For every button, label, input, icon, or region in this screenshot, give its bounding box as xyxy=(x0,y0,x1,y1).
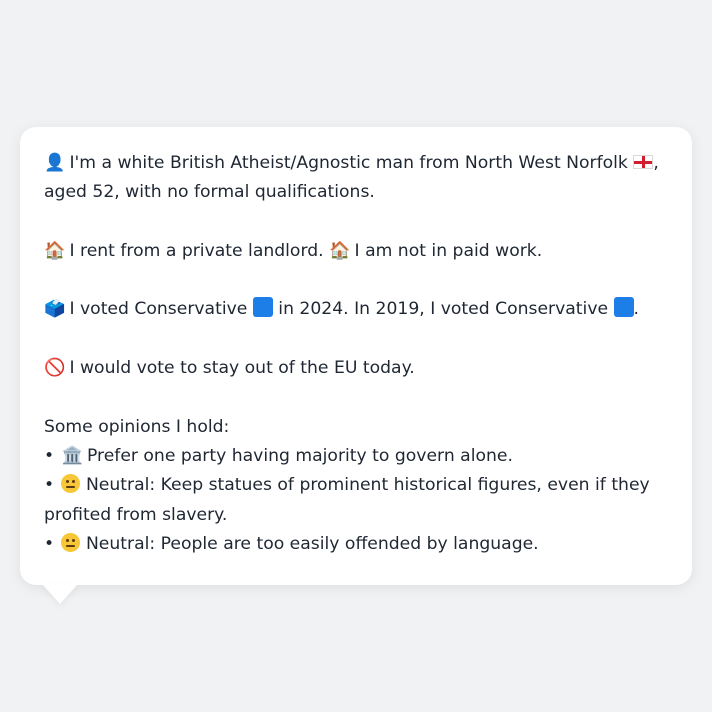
neutral-face-icon xyxy=(61,532,81,552)
identity-suffix: , xyxy=(653,153,659,173)
vote-text-c: . xyxy=(633,299,640,320)
opinions-heading: Some opinions I hold: xyxy=(44,416,230,437)
blue-square-icon xyxy=(613,297,634,318)
house-icon: 🏠 xyxy=(329,240,351,261)
housing-text: I rent from a private landlord. xyxy=(69,240,324,261)
bullet: • xyxy=(44,445,55,466)
opinion-item: • Neutral: Keep statues of prominent his… xyxy=(44,471,668,530)
vote-text-a: I voted Conservative xyxy=(69,299,248,320)
neutral-face-icon xyxy=(61,474,81,494)
opinion-item: • 🏛️ Prefer one party having majority to… xyxy=(44,442,668,471)
opinion-text: Prefer one party having majority to gove… xyxy=(86,445,513,466)
eu-line: 🚫 I would vote to stay out of the EU tod… xyxy=(44,354,668,383)
ballot-box-icon: 🗳️ xyxy=(44,299,66,320)
bubble-tail xyxy=(42,584,78,604)
opinion-text: Neutral: People are too easily offended … xyxy=(85,533,539,554)
vote-text-b: in 2024. In 2019, I voted Conservative xyxy=(278,299,609,320)
housing-line: 🏠 I rent from a private landlord. 🏠 I am… xyxy=(44,237,668,266)
eu-text: I would vote to stay out of the EU today… xyxy=(69,358,415,379)
work-text: I am not in paid work. xyxy=(354,240,543,261)
opinion-text-continued: profited from slavery. xyxy=(44,504,228,525)
bullet: • xyxy=(44,533,55,554)
stage: 👤 I'm a white British Atheist/Agnostic m… xyxy=(0,0,712,712)
vote-line: 🗳️ I voted Conservative in 2024. In 2019… xyxy=(44,295,668,324)
opinion-text: Neutral: Keep statues of prominent histo… xyxy=(85,475,650,496)
person-icon: 👤 xyxy=(44,153,66,173)
identity-text-line2: aged 52, with no formal qualifications. xyxy=(44,182,375,203)
identity-text: I'm a white British Atheist/Agnostic man… xyxy=(69,153,628,173)
blue-square-icon xyxy=(252,297,273,318)
message-bubble: 👤 I'm a white British Atheist/Agnostic m… xyxy=(20,127,692,585)
england-flag-icon xyxy=(633,155,654,169)
house-icon: 🏠 xyxy=(44,240,66,261)
prohibited-icon: 🚫 xyxy=(44,358,66,379)
bullet: • xyxy=(44,475,55,496)
identity-line: 👤 I'm a white British Atheist/Agnostic m… xyxy=(44,149,668,208)
classical-building-icon: 🏛️ xyxy=(61,445,83,466)
opinion-item: • Neutral: People are too easily offende… xyxy=(44,530,668,559)
